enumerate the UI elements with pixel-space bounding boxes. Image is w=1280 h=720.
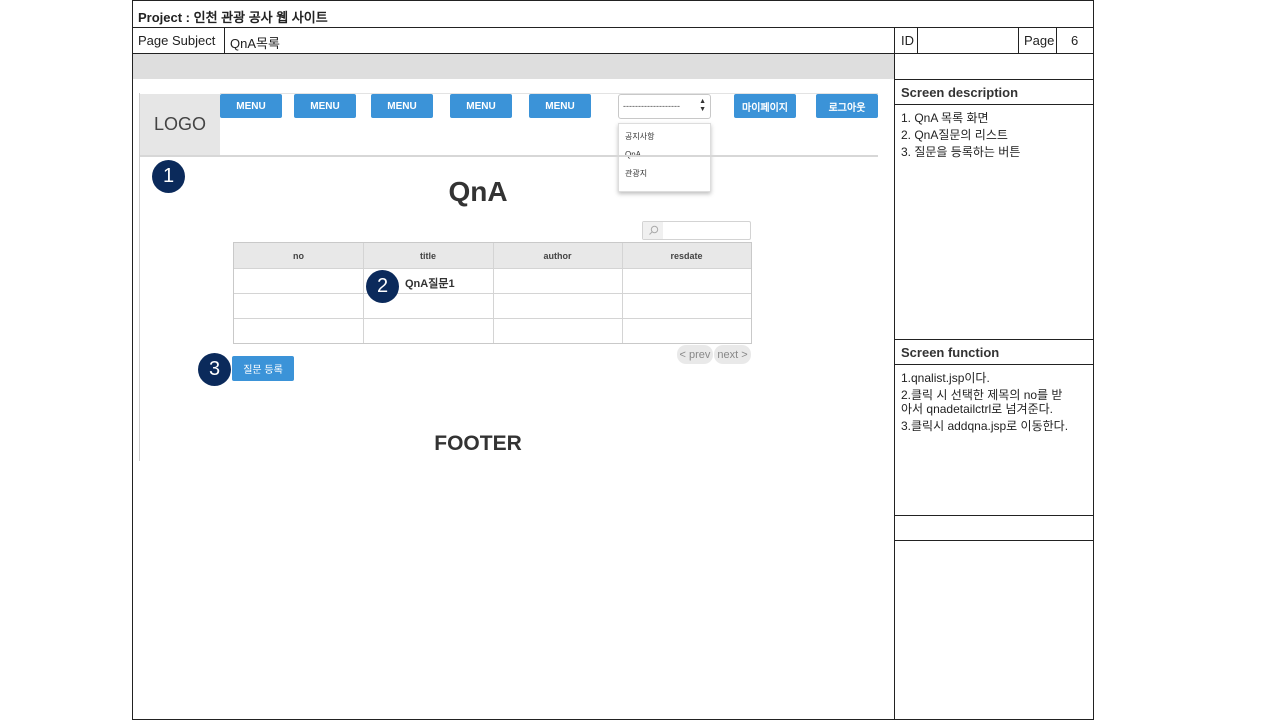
category-dropdown: 공지사항 QnA 관광지 bbox=[618, 123, 711, 192]
page-subject-value: QnA목록 bbox=[230, 36, 280, 51]
id-label: ID bbox=[901, 33, 914, 48]
qna-table: no title author resdate QnA질문1 bbox=[233, 242, 752, 344]
page-title: QnA bbox=[448, 176, 508, 207]
search-icon[interactable] bbox=[643, 222, 663, 239]
function-line: 1.qnalist.jsp이다. bbox=[901, 371, 990, 385]
header-divider bbox=[132, 27, 1094, 28]
description-line: 1. QnA 목록 화면 bbox=[901, 111, 989, 125]
id-col-divider bbox=[917, 27, 918, 54]
screen-function-body: 1.qnalist.jsp이다. 2.클릭 시 선택한 제목의 no를 받 아서… bbox=[901, 370, 1068, 435]
menu-button-1[interactable]: MENU bbox=[220, 94, 282, 118]
menu-button-4[interactable]: MENU bbox=[450, 94, 512, 118]
dropdown-option-notice[interactable]: 공지사항 bbox=[625, 131, 654, 142]
side-line-4 bbox=[894, 364, 1094, 365]
row-divider bbox=[234, 318, 751, 319]
category-select-value: ------------------- bbox=[623, 101, 680, 111]
frame-top-line bbox=[132, 0, 1094, 1]
annotation-badge-3: 3 bbox=[198, 353, 231, 386]
logo[interactable]: LOGO bbox=[140, 94, 220, 155]
subject-col-divider bbox=[224, 27, 225, 54]
screen-description-title: Screen description bbox=[901, 85, 1019, 100]
side-line-3 bbox=[894, 339, 1094, 340]
mockup-top-band bbox=[133, 54, 894, 79]
page-label: Page bbox=[1024, 33, 1055, 48]
annotation-badge-1: 1 bbox=[152, 160, 185, 193]
page-value-divider bbox=[1056, 27, 1057, 54]
menu-button-2[interactable]: MENU bbox=[294, 94, 356, 118]
screen-function-title: Screen function bbox=[901, 345, 1000, 360]
menu-button-5[interactable]: MENU bbox=[529, 94, 591, 118]
footer: FOOTER bbox=[434, 432, 522, 455]
logout-button[interactable]: 로그아웃 bbox=[816, 94, 878, 118]
project-title: Project : 인천 관광 공사 웹 사이트 bbox=[138, 10, 328, 25]
function-line: 아서 qnadetailctrl로 넘겨준다. bbox=[901, 402, 1053, 416]
next-button[interactable]: next > bbox=[714, 345, 751, 364]
qna-row-title[interactable]: QnA질문1 bbox=[405, 275, 455, 291]
annotation-badge-2: 2 bbox=[366, 270, 399, 303]
page-subject-label: Page Subject bbox=[138, 33, 216, 48]
search-input[interactable] bbox=[642, 221, 751, 240]
screen-description-body: 1. QnA 목록 화면 2. QnA질문의 리스트 3. 질문을 등록하는 버… bbox=[901, 110, 1020, 161]
side-line-1 bbox=[894, 79, 1094, 80]
column-header-no: no bbox=[293, 250, 304, 261]
page-number: 6 bbox=[1071, 33, 1079, 48]
column-header-resdate: resdate bbox=[670, 250, 703, 261]
side-line-5 bbox=[894, 515, 1094, 516]
mypage-button[interactable]: 마이페이지 bbox=[734, 94, 796, 118]
row-divider bbox=[234, 268, 751, 269]
function-line: 3.클릭시 addqna.jsp로 이동한다. bbox=[901, 419, 1069, 433]
select-arrows-icon: ▲ ▼ bbox=[699, 98, 706, 113]
register-question-button[interactable]: 질문 등록 bbox=[232, 356, 294, 381]
prev-button[interactable]: < prev bbox=[677, 345, 713, 364]
nav-divider bbox=[140, 155, 878, 157]
category-select[interactable]: ------------------- ▲ ▼ bbox=[618, 94, 711, 119]
side-line-2 bbox=[894, 104, 1094, 105]
main-side-divider bbox=[894, 27, 895, 720]
menu-button-3[interactable]: MENU bbox=[371, 94, 433, 118]
dropdown-option-tour[interactable]: 관광지 bbox=[625, 168, 647, 179]
column-header-title: title bbox=[419, 250, 436, 261]
page-col-divider bbox=[1018, 27, 1019, 54]
side-line-6 bbox=[894, 540, 1094, 541]
description-line: 2. QnA질문의 리스트 bbox=[901, 128, 1008, 142]
column-header-author: author bbox=[543, 250, 572, 261]
description-line: 3. 질문을 등록하는 버튼 bbox=[901, 145, 1021, 159]
row-divider bbox=[234, 293, 751, 294]
